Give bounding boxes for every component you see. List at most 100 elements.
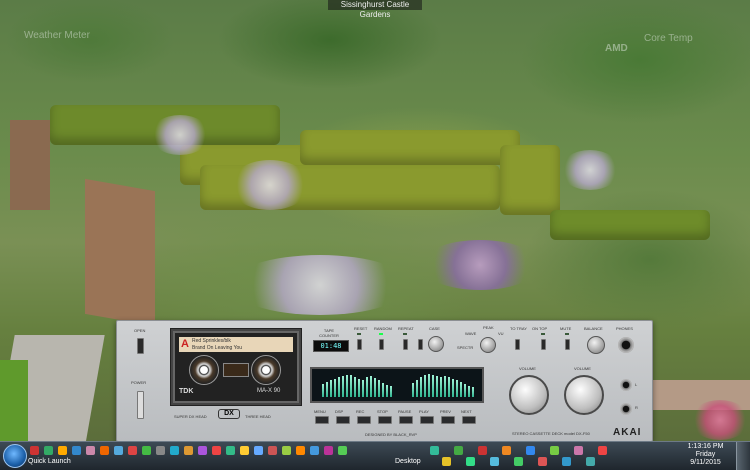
weather-gadget[interactable]: Weather Meter — [24, 30, 90, 41]
quick-launch-app-icon[interactable] — [142, 446, 151, 455]
quick-launch-app-icon[interactable] — [212, 446, 221, 455]
vu-bar — [472, 387, 474, 397]
repeat-button[interactable] — [403, 339, 408, 350]
quick-launch-app-icon[interactable] — [240, 446, 249, 455]
tray-icon[interactable] — [514, 457, 523, 466]
transport-label-next: NEXT — [461, 409, 472, 414]
power-button[interactable] — [137, 391, 144, 419]
display-mode-knob[interactable] — [480, 337, 496, 353]
vu-bar — [424, 375, 426, 397]
tray-icon[interactable] — [526, 446, 535, 455]
tray-icon[interactable] — [502, 446, 511, 455]
tape-counter-display: 01:48 — [313, 340, 349, 352]
quick-launch-app-icon[interactable] — [184, 446, 193, 455]
transport-label-stop: STOP — [377, 409, 388, 414]
quick-launch-app-icon[interactable] — [86, 446, 95, 455]
play-button[interactable] — [420, 416, 434, 424]
desktop-toolbar-label[interactable]: Desktop — [395, 458, 421, 465]
prev-button[interactable] — [441, 416, 455, 424]
vu-bar — [374, 378, 376, 397]
quick-launch-app-icon[interactable] — [324, 446, 333, 455]
vu-bar — [330, 380, 332, 397]
quick-launch-app-icon[interactable] — [58, 446, 67, 455]
random-label: RANDOM — [374, 326, 392, 331]
flower-bed — [230, 255, 410, 315]
case-knob[interactable] — [428, 336, 444, 352]
case-button[interactable] — [418, 339, 423, 350]
menu-button[interactable] — [315, 416, 329, 424]
vu-bar — [456, 380, 458, 397]
open-button[interactable] — [137, 338, 144, 354]
quick-launch-app-icon[interactable] — [338, 446, 347, 455]
quick-launch-app-icon[interactable] — [296, 446, 305, 455]
random-button[interactable] — [379, 339, 384, 350]
dsp-button[interactable] — [336, 416, 350, 424]
on-top-button[interactable] — [541, 339, 546, 350]
tray-icon[interactable] — [562, 457, 571, 466]
pause-button[interactable] — [399, 416, 413, 424]
balance-knob[interactable] — [587, 336, 605, 354]
quick-launch-app-icon[interactable] — [100, 446, 109, 455]
tray-icon[interactable] — [490, 457, 499, 466]
volume-left-knob[interactable] — [509, 375, 549, 415]
vu-bar — [322, 384, 324, 397]
wave-label: WAVE — [465, 331, 477, 336]
mute-button[interactable] — [565, 339, 570, 350]
input-right-jack[interactable] — [620, 403, 632, 415]
quick-launch-app-icon[interactable] — [268, 446, 277, 455]
core-temp-gadget[interactable]: Core Temp — [644, 33, 693, 44]
clock[interactable]: 1:13:16 PM Friday 9/11/2015 — [683, 443, 728, 467]
next-button[interactable] — [462, 416, 476, 424]
quick-launch-app-icon[interactable] — [114, 446, 123, 455]
quick-launch-app-icon[interactable] — [128, 446, 137, 455]
tray-icon[interactable] — [538, 457, 547, 466]
hedge — [550, 210, 710, 240]
vu-bar — [448, 377, 450, 397]
volume-right-knob[interactable] — [564, 375, 604, 415]
quick-launch-label[interactable]: Quick Launch — [28, 458, 71, 465]
vu-bar — [350, 375, 352, 397]
input-left-jack[interactable] — [620, 379, 632, 391]
tray-icon[interactable] — [442, 457, 451, 466]
tray-icon[interactable] — [550, 446, 559, 455]
show-desktop-button[interactable] — [736, 442, 750, 470]
quick-launch-app-icon[interactable] — [44, 446, 53, 455]
quick-launch-app-icon[interactable] — [310, 446, 319, 455]
quick-launch-app-icon[interactable] — [198, 446, 207, 455]
right-reel — [251, 355, 281, 385]
vu-bar — [382, 383, 384, 397]
quick-launch-app-icon[interactable] — [254, 446, 263, 455]
repeat-label: REPEAT — [398, 326, 414, 331]
reset-button[interactable] — [357, 339, 362, 350]
to-tray-button[interactable] — [515, 339, 520, 350]
quick-launch-app-icon[interactable] — [156, 446, 165, 455]
tray-icon[interactable] — [574, 446, 583, 455]
designer-credit: DESIGNED BY BLACK_RVP — [365, 432, 417, 437]
stop-button[interactable] — [378, 416, 392, 424]
phones-label: PHONES — [616, 326, 633, 331]
phones-jack[interactable] — [618, 337, 634, 353]
tray-icon[interactable] — [598, 446, 607, 455]
lawn — [0, 360, 28, 441]
quick-launch-app-icon[interactable] — [30, 446, 39, 455]
clock-time: 1:13:16 PM — [687, 443, 724, 450]
tray-icon[interactable] — [478, 446, 487, 455]
start-button[interactable] — [3, 444, 27, 468]
transport-label-prev: PREV — [440, 409, 451, 414]
tape-counter-label: TAPE COUNTER — [319, 328, 339, 338]
quick-launch-app-icon[interactable] — [170, 446, 179, 455]
tray-icon[interactable] — [430, 446, 439, 455]
cassette-deck-player: OPEN POWER SUPER DX HEAD DX THREE HEAD A… — [116, 320, 653, 442]
tray-icon[interactable] — [586, 457, 595, 466]
tray-icon[interactable] — [466, 457, 475, 466]
mute-label: MUTE — [560, 326, 572, 331]
rec-button[interactable] — [357, 416, 371, 424]
tray-icon[interactable] — [454, 446, 463, 455]
amd-gadget[interactable]: AMD — [605, 43, 628, 54]
r-channel-label: R — [635, 405, 638, 410]
vu-bar — [346, 375, 348, 397]
quick-launch-app-icon[interactable] — [282, 446, 291, 455]
quick-launch-app-icon[interactable] — [226, 446, 235, 455]
quick-launch-app-icon[interactable] — [72, 446, 81, 455]
cassette-brand: TDK — [179, 388, 194, 395]
